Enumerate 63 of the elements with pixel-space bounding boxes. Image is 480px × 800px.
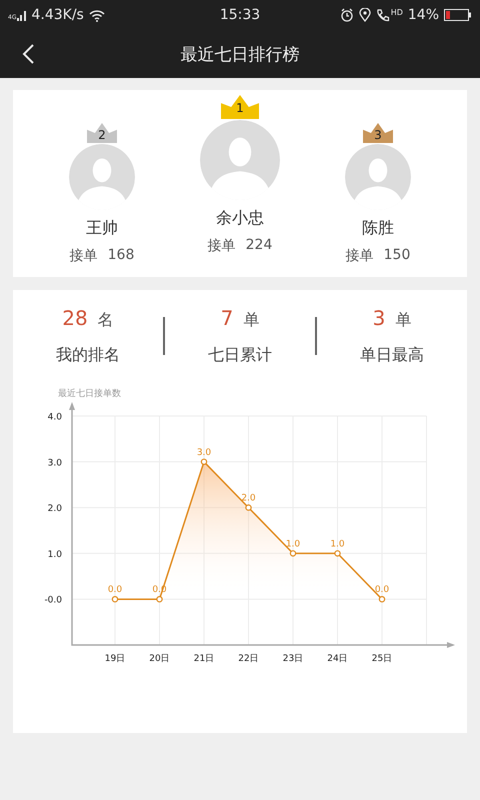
user-name: 陈胜: [362, 218, 394, 239]
tick-label: 3.0: [48, 458, 62, 468]
location-icon: [358, 8, 371, 22]
signal-icon: [17, 10, 26, 20]
tick-label: -0.0: [44, 596, 62, 606]
category-label: 25日: [372, 654, 392, 664]
data-label: 1.0: [330, 539, 345, 550]
network-speed: 4.43K/s: [31, 7, 84, 23]
data-point: [112, 596, 118, 602]
clock-time: 15:33: [220, 7, 260, 23]
user-name: 王帅: [86, 218, 118, 239]
data-label: 0.0: [374, 585, 390, 596]
orders-count: 224: [246, 237, 272, 255]
data-point: [334, 550, 341, 557]
stat-value: 3: [372, 306, 386, 330]
stat-value: 28: [62, 306, 88, 330]
rank-number: 2: [97, 128, 107, 142]
data-point: [245, 504, 252, 511]
back-button[interactable]: [22, 44, 36, 64]
rank-number: 1: [235, 100, 245, 114]
category-label: 23日: [282, 654, 304, 664]
stat-unit: 单: [395, 310, 412, 331]
category-label: 19日: [104, 654, 126, 664]
tick-label: 2.0: [48, 504, 62, 514]
avatar-icon: [69, 144, 135, 210]
orders-count: 168: [108, 247, 134, 265]
phone-icon: [376, 8, 390, 22]
data-label: 2.0: [241, 494, 256, 504]
orders-count: 150: [384, 247, 410, 265]
data-point: [290, 550, 296, 557]
category-label: 20日: [149, 654, 170, 664]
tick-label: 4.0: [48, 412, 62, 422]
rank-number: 3: [373, 128, 383, 142]
stat-unit: 名: [98, 310, 114, 331]
battery-percent: 14%: [408, 7, 440, 23]
orders-label: 接单: [208, 237, 236, 255]
category-label: 24日: [327, 654, 348, 664]
wifi-icon: [88, 8, 105, 22]
tick-label: 1.0: [48, 550, 62, 560]
user-name: 余小忠: [216, 208, 264, 229]
category-label: 22日: [238, 654, 259, 664]
page-title: 最近七日排行榜: [180, 44, 300, 66]
alarm-icon: [340, 8, 354, 22]
data-point: [200, 458, 208, 465]
stat-value: 7: [220, 306, 234, 330]
data-point: [378, 596, 386, 602]
data-label: 1.0: [286, 539, 300, 550]
stat-label: 单日最高: [360, 345, 424, 366]
orders-label: 接单: [70, 247, 98, 265]
avatar-icon: [200, 120, 280, 200]
avatar-icon: [345, 144, 411, 210]
orders-label: 接单: [346, 247, 374, 265]
stat-unit: 单: [243, 310, 260, 331]
axis-title: 最近七日接单数: [58, 389, 121, 399]
battery-icon: [444, 9, 472, 21]
category-label: 21日: [194, 654, 214, 664]
hd-label: HD: [390, 8, 403, 17]
data-point: [156, 596, 163, 602]
data-label: 0.0: [108, 585, 122, 596]
stat-label: 我的排名: [56, 345, 120, 366]
back-icon: [22, 44, 36, 64]
stat-label: 七日累计: [208, 345, 272, 366]
data-label: 3.0: [196, 448, 212, 458]
